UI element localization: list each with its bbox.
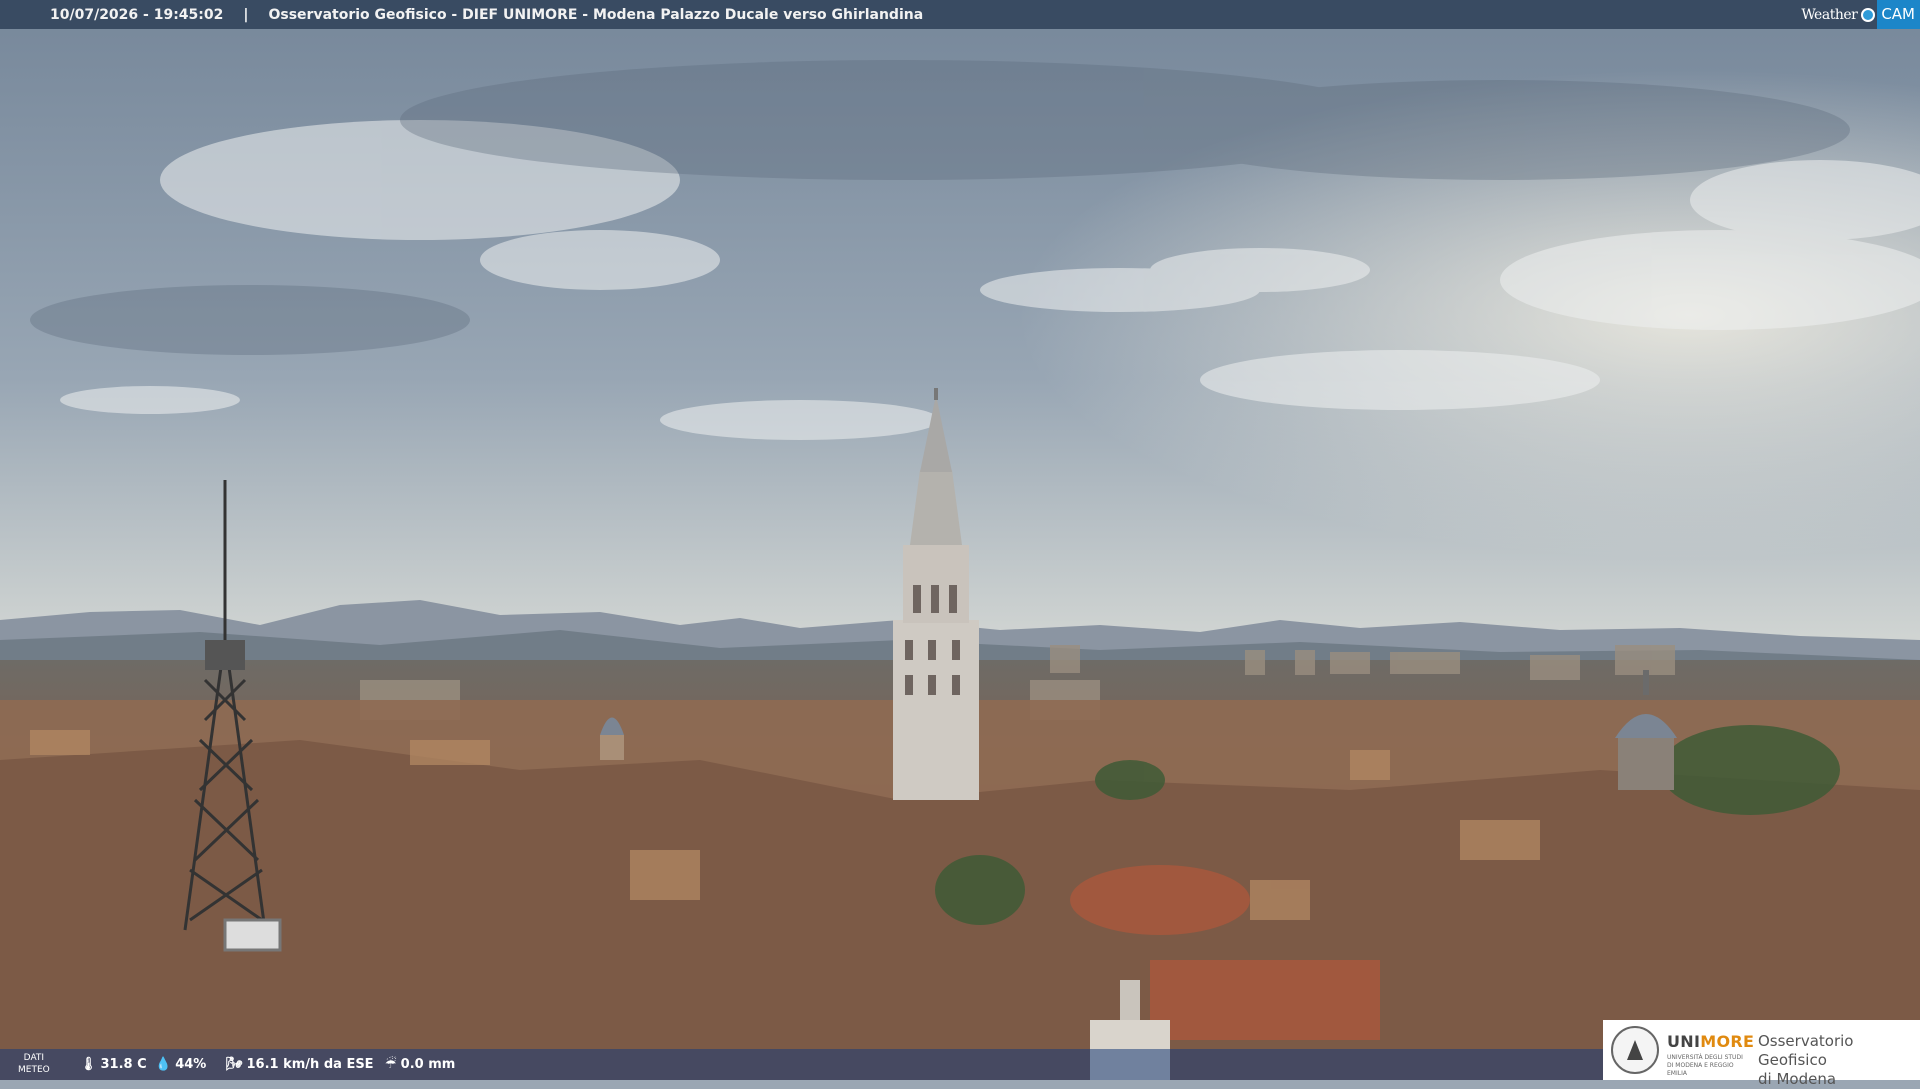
- camera-title: Osservatorio Geofisico - DIEF UNIMORE - …: [268, 6, 924, 23]
- rain-readout: ☔ 0.0 mm: [385, 1057, 456, 1072]
- brand-weather: Weather: [1801, 6, 1858, 23]
- unimore-logo: UNIMORE UNIVERSITÀ DEGLI STUDI DI MODENA…: [1603, 1020, 1920, 1088]
- caption-bar: 10/07/2026 - 19:45:02 | Osservatorio Geo…: [0, 0, 1920, 29]
- unimore-wordmark: UNIMORE: [1667, 1032, 1755, 1051]
- wind-readout: 🌬 16.1 km/h da ESE: [226, 1057, 374, 1072]
- droplet-icon: 💧: [155, 1057, 172, 1072]
- separator: |: [243, 6, 249, 23]
- thermometer-icon: 🌡: [80, 1057, 97, 1072]
- rain-gauge-icon: ☔: [385, 1057, 397, 1072]
- brand-dot-icon: [1861, 7, 1876, 22]
- unimore-subtitle: UNIVERSITÀ DEGLI STUDI DI MODENA E REGGI…: [1667, 1054, 1743, 1077]
- weathercam-logo: Weather CAM: [1801, 0, 1920, 29]
- timestamp: 10/07/2026 - 19:45:02: [50, 6, 224, 23]
- observatory-name: Osservatorio Geofisico di Modena: [1758, 1032, 1854, 1088]
- webcam-image: [0, 0, 1920, 1080]
- unimore-seal-icon: [1611, 1026, 1659, 1074]
- humidity-readout: 💧 44%: [155, 1057, 207, 1072]
- dati-meteo-label: DATI METEO: [18, 1053, 50, 1075]
- wind-icon: 🌬: [226, 1057, 243, 1072]
- brand-cam: CAM: [1877, 0, 1920, 29]
- temperature-readout: 🌡 31.8 C: [80, 1057, 147, 1072]
